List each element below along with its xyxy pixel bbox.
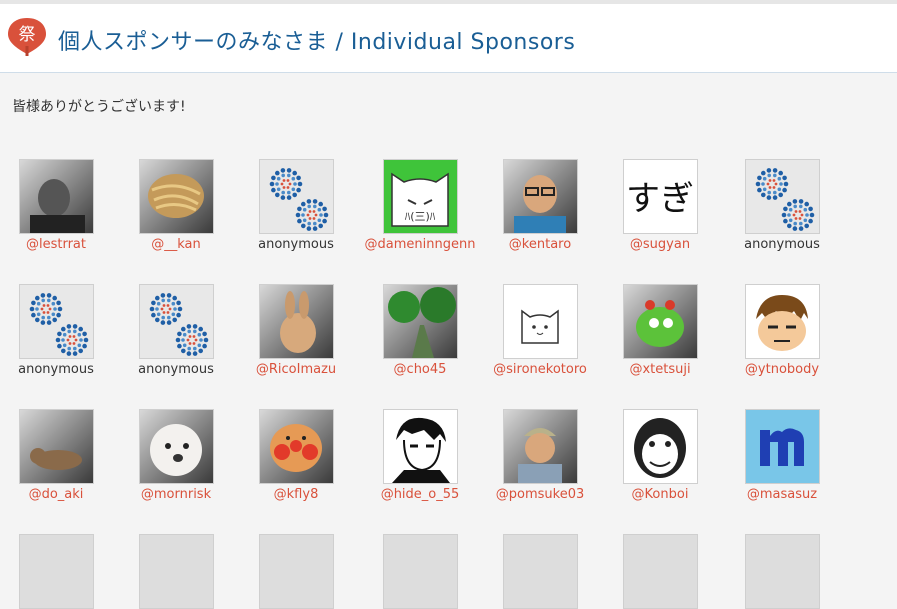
sponsor-card[interactable]: @cho45 <box>362 284 478 377</box>
dot-pattern-icon <box>744 159 820 234</box>
rabbit-photo-icon[interactable] <box>258 284 334 359</box>
sponsor-card-cropped[interactable] <box>118 534 234 609</box>
sponsor-card[interactable]: @__kan <box>118 159 234 252</box>
sponsor-card[interactable]: ﾊ(三)ﾊ @dameninngenn <box>362 159 478 252</box>
sponsor-card[interactable]: @kfly8 <box>238 409 354 502</box>
sponsor-card[interactable]: @mornrisk <box>118 409 234 502</box>
sponsor-name-link[interactable]: @ytnobody <box>724 362 840 377</box>
festival-fan-logo-icon: 祭 <box>8 18 46 56</box>
avatar-cropped-icon[interactable] <box>18 534 94 609</box>
sponsor-card[interactable]: @hide_o_55 <box>362 409 478 502</box>
sponsor-card[interactable]: @sironekotoro <box>482 284 598 377</box>
sponsor-name-link[interactable]: @RicoImazu <box>238 362 354 377</box>
sponsor-card-cropped[interactable] <box>602 534 718 609</box>
sponsor-name-link[interactable]: @kfly8 <box>238 487 354 502</box>
sponsor-card: anonymous <box>118 284 234 377</box>
logo-char: 祭 <box>19 25 36 45</box>
sponsor-name-link[interactable]: @dameninngenn <box>362 237 478 252</box>
sponsor-card[interactable]: @ytnobody <box>724 284 840 377</box>
avatar-cropped-icon[interactable] <box>622 534 698 609</box>
sponsor-card: anonymous <box>724 159 840 252</box>
sponsor-name-link[interactable]: @do_aki <box>0 487 114 502</box>
sponsor-name-anonymous: anonymous <box>18 362 94 377</box>
sponsor-card-cropped[interactable] <box>238 534 354 609</box>
green-frog-toy-icon[interactable] <box>622 284 698 359</box>
sponsor-name-anonymous: anonymous <box>258 237 334 252</box>
sponsor-card-cropped[interactable] <box>724 534 840 609</box>
sponsor-card[interactable]: @Konboi <box>602 409 718 502</box>
avatar-cropped-icon[interactable] <box>258 534 334 609</box>
dot-pattern-icon <box>138 284 214 359</box>
white-cat-drawing-icon[interactable] <box>502 284 578 359</box>
gorilla-drawing-icon[interactable] <box>622 409 698 484</box>
sponsor-card[interactable]: @RicoImazu <box>238 284 354 377</box>
sponsor-name-link[interactable]: @Konboi <box>602 487 718 502</box>
sponsor-card[interactable]: すぎ @sugyan <box>602 159 718 252</box>
sponsor-name-link[interactable]: @__kan <box>118 237 234 252</box>
sponsor-name-link[interactable]: @hide_o_55 <box>362 487 478 502</box>
sponsor-name-link[interactable]: @pomsuke03 <box>482 487 598 502</box>
sponsor-name-link[interactable]: @kentaro <box>482 237 598 252</box>
avatar-cropped-icon[interactable] <box>744 534 820 609</box>
avatar-cropped-icon[interactable] <box>502 534 578 609</box>
photo-glasses-man-icon[interactable] <box>502 159 578 234</box>
sponsor-card-cropped[interactable] <box>362 534 478 609</box>
hiragana-sugi-icon[interactable]: すぎ <box>622 159 698 234</box>
avatar-cropped-icon[interactable] <box>382 534 458 609</box>
forest-path-photo-icon[interactable] <box>382 284 458 359</box>
sponsor-card[interactable]: @do_aki <box>0 409 114 502</box>
page-title: 個人スポンサーのみなさま / Individual Sponsors <box>58 30 576 55</box>
letter-m-icon[interactable] <box>744 409 820 484</box>
sponsor-name-link[interactable]: @lestrrat <box>0 237 114 252</box>
sponsor-name-anonymous: anonymous <box>138 362 214 377</box>
sponsor-card[interactable]: @pomsuke03 <box>482 409 598 502</box>
dot-pattern-icon <box>258 159 334 234</box>
white-dog-photo-icon[interactable] <box>138 409 214 484</box>
sponsor-card[interactable]: @masasuz <box>724 409 840 502</box>
sponsor-card: anonymous <box>238 159 354 252</box>
sponsor-card[interactable]: @kentaro <box>482 159 598 252</box>
bw-portrait-icon[interactable] <box>382 409 458 484</box>
cat-face-drawing-icon[interactable]: ﾊ(三)ﾊ <box>382 159 458 234</box>
sponsor-card-cropped[interactable] <box>0 534 114 609</box>
svg-text:ﾊ(三)ﾊ: ﾊ(三)ﾊ <box>404 210 435 223</box>
dot-pattern-icon <box>18 284 94 359</box>
sponsor-name-link[interactable]: @mornrisk <box>118 487 234 502</box>
sponsor-card[interactable]: @xtetsuji <box>602 284 718 377</box>
noodles-photo-icon[interactable] <box>138 159 214 234</box>
avatar-cropped-icon[interactable] <box>138 534 214 609</box>
sponsor-name-link[interactable]: @xtetsuji <box>602 362 718 377</box>
page-header: 祭 個人スポンサーのみなさま / Individual Sponsors <box>0 4 897 73</box>
svg-text:すぎ: すぎ <box>626 179 694 219</box>
sponsor-card-cropped[interactable] <box>482 534 598 609</box>
thanks-message: 皆様ありがとうございます! <box>12 99 186 115</box>
photo-cap-man-icon[interactable] <box>502 409 578 484</box>
cat-on-grass-photo-icon[interactable] <box>18 409 94 484</box>
sponsor-name-link[interactable]: @sugyan <box>602 237 718 252</box>
sponsor-name-anonymous: anonymous <box>744 237 820 252</box>
cartoon-face-icon[interactable] <box>744 284 820 359</box>
sponsor-card: anonymous <box>0 284 114 377</box>
sponsor-name-link[interactable]: @masasuz <box>724 487 840 502</box>
sponsor-card[interactable]: @lestrrat <box>0 159 114 252</box>
sponsor-name-link[interactable]: @sironekotoro <box>482 362 598 377</box>
anpanman-icon[interactable] <box>258 409 334 484</box>
sponsor-name-link[interactable]: @cho45 <box>362 362 478 377</box>
photo-man-icon[interactable] <box>18 159 94 234</box>
